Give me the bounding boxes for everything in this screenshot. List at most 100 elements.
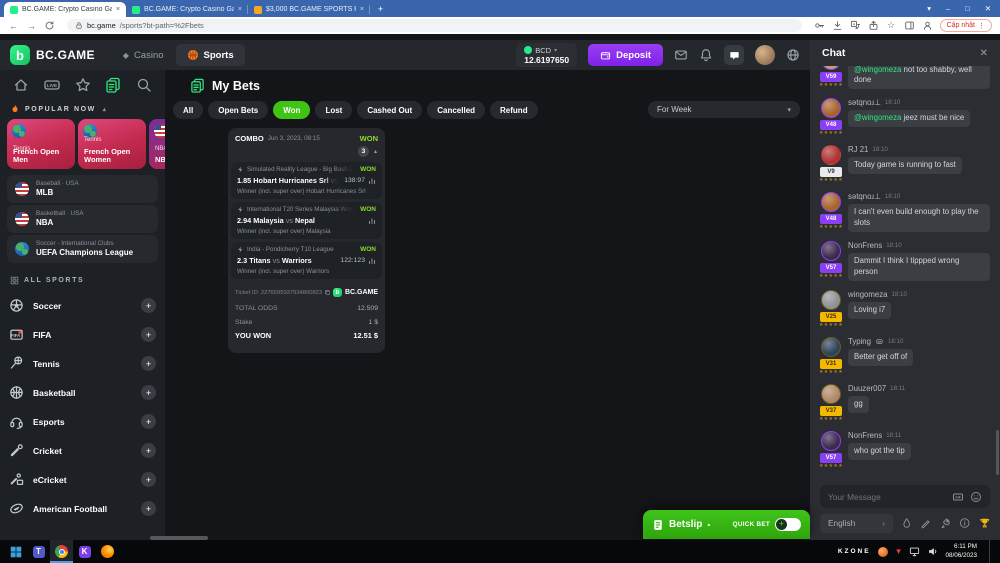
back-icon[interactable]: ← — [8, 20, 19, 31]
sidebar-sport-basketball[interactable]: Basketball+ — [0, 378, 165, 407]
filter-tab-refund[interactable]: Refund — [490, 101, 538, 119]
betslip-button[interactable]: Betslip ▴ QUICK BET + — [643, 510, 810, 539]
my-bets-icon[interactable] — [105, 77, 121, 93]
gif-icon[interactable]: GIF — [952, 491, 964, 503]
profile-icon[interactable] — [922, 20, 933, 31]
chat-username[interactable]: TypingGIF18:10 — [848, 337, 990, 346]
chat-message-input[interactable] — [828, 492, 946, 502]
popular-now-header[interactable]: POPULAR NOW ▴ — [0, 104, 165, 114]
popular-card[interactable]: NBA 2NBA — [149, 119, 165, 169]
filter-tab-all[interactable]: All — [173, 101, 203, 119]
popular-card[interactable]: TennisFrench Open Women — [78, 119, 146, 169]
share-icon[interactable] — [868, 20, 879, 31]
avatar[interactable] — [821, 431, 841, 451]
tab-close-icon[interactable]: × — [116, 6, 120, 13]
avatar[interactable] — [821, 241, 841, 261]
clock[interactable]: 6:11 PM 08/06/2023 — [945, 543, 977, 561]
favorites-star-icon[interactable] — [75, 77, 91, 93]
reload-icon[interactable] — [44, 20, 55, 31]
browser-update-button[interactable]: Cập nhật ⋮ — [940, 19, 992, 32]
period-filter-dropdown[interactable]: For Week ▾ — [648, 101, 800, 118]
start-button[interactable] — [4, 540, 27, 563]
close-icon[interactable]: ✕ — [980, 48, 988, 59]
taskbar-app-chrome[interactable] — [50, 540, 73, 563]
chat-username[interactable]: NonFrens18:10 — [848, 241, 990, 250]
nav-casino[interactable]: ◆ Casino — [123, 50, 164, 61]
chat-username[interactable]: NonFrens18:11 — [848, 431, 990, 440]
wallet-balance[interactable]: BCD ▾ 12.6197650 — [516, 43, 577, 67]
notifications-bell-icon[interactable] — [699, 48, 713, 62]
expand-sport-button[interactable]: + — [141, 443, 156, 458]
avatar[interactable] — [821, 98, 841, 118]
expand-sport-button[interactable]: + — [141, 298, 156, 313]
stats-icon[interactable] — [368, 177, 376, 185]
copy-icon[interactable] — [324, 289, 330, 296]
trophy-icon[interactable] — [979, 517, 990, 529]
expand-sport-button[interactable]: + — [141, 356, 156, 371]
browser-tab[interactable]: BC.GAME: Crypto Casino Games× — [4, 2, 126, 17]
minimize-button[interactable]: – — [946, 4, 950, 13]
forward-icon[interactable]: → — [26, 20, 37, 31]
deposit-button[interactable]: Deposit — [588, 44, 663, 66]
save-icon[interactable] — [832, 20, 843, 31]
show-desktop-button[interactable] — [989, 540, 993, 563]
translate-icon[interactable]: A — [850, 20, 861, 31]
taskbar-app-teams[interactable]: T — [27, 540, 50, 563]
avatar[interactable] — [821, 66, 841, 70]
key-icon[interactable] — [814, 20, 825, 31]
sidebar-sport-ecricket[interactable]: eCricket+ — [0, 465, 165, 494]
address-bar[interactable]: bc.game/sports?bt-path=%2Fbets — [67, 19, 802, 32]
info-icon[interactable] — [959, 517, 970, 529]
sidebar-sport-fifa[interactable]: FIFAFIFA+ — [0, 320, 165, 349]
mention-text[interactable]: @wingomeza — [854, 113, 901, 122]
collapse-caret-icon[interactable]: ▴ — [374, 148, 377, 155]
avatar[interactable] — [821, 290, 841, 310]
popular-card[interactable]: TennisFrench Open Men — [7, 119, 75, 169]
avatar[interactable] — [821, 192, 841, 212]
chat-username[interactable]: sətqnoɹ⊥18:10 — [848, 98, 990, 107]
league-item[interactable]: Basketball · USANBA — [7, 205, 158, 233]
chevron-down-icon[interactable]: ▾ — [927, 4, 931, 13]
language-selector[interactable]: English › — [820, 514, 893, 533]
nav-sports[interactable]: Sports — [176, 44, 245, 66]
chat-username[interactable]: Duuzer00718:11 — [848, 384, 990, 393]
search-icon[interactable] — [136, 77, 152, 93]
rocket-icon[interactable] — [940, 517, 951, 529]
maximize-button[interactable]: □ — [965, 4, 970, 13]
chat-toggle-button[interactable] — [724, 45, 744, 65]
avatar[interactable] — [821, 145, 841, 165]
close-button[interactable]: ✕ — [985, 4, 991, 13]
messages-icon[interactable] — [674, 48, 688, 62]
tab-close-icon[interactable]: × — [238, 6, 242, 13]
chat-username[interactable]: sətqnoɹ⊥18:10 — [848, 192, 990, 201]
avatar[interactable] — [821, 384, 841, 404]
rules-icon[interactable] — [920, 517, 931, 529]
taskbar-app-k[interactable]: K — [73, 540, 96, 563]
new-tab-button[interactable]: + — [373, 2, 388, 16]
chat-username[interactable]: RJ 2118:10 — [848, 145, 990, 154]
live-icon[interactable]: LIVE — [44, 77, 60, 93]
download-arrow-icon[interactable]: ▼ — [895, 547, 903, 556]
rain-icon[interactable] — [901, 517, 912, 529]
league-item[interactable]: Soccer · International ClubsUEFA Champio… — [7, 235, 158, 263]
chat-scrollbar[interactable] — [996, 430, 999, 475]
avatar[interactable] — [755, 45, 775, 65]
expand-sport-button[interactable]: + — [141, 472, 156, 487]
sidebar-sport-soccer[interactable]: Soccer+ — [0, 291, 165, 320]
expand-sport-button[interactable]: + — [141, 385, 156, 400]
bookmark-star-icon[interactable]: ☆ — [886, 20, 897, 31]
bet-collapse-row[interactable]: 3 ▴ — [228, 146, 385, 162]
network-icon[interactable] — [909, 546, 920, 557]
sidebar-sport-tennis[interactable]: Tennis+ — [0, 349, 165, 378]
tab-close-icon[interactable]: × — [360, 6, 364, 13]
bcgame-logo-icon[interactable]: b — [10, 45, 30, 65]
expand-sport-button[interactable]: + — [141, 327, 156, 342]
league-item[interactable]: Baseball · USAMLB — [7, 175, 158, 203]
volume-icon[interactable] — [927, 546, 938, 557]
taskbar-app-firefox[interactable] — [96, 540, 119, 563]
globe-icon[interactable] — [786, 48, 800, 62]
mention-text[interactable]: @wingomeza — [854, 66, 901, 74]
browser-tab[interactable]: BC.GAME: Crypto Casino Games× — [126, 2, 248, 17]
filter-tab-open-bets[interactable]: Open Bets — [208, 101, 268, 119]
filter-tab-won[interactable]: Won — [273, 101, 310, 119]
